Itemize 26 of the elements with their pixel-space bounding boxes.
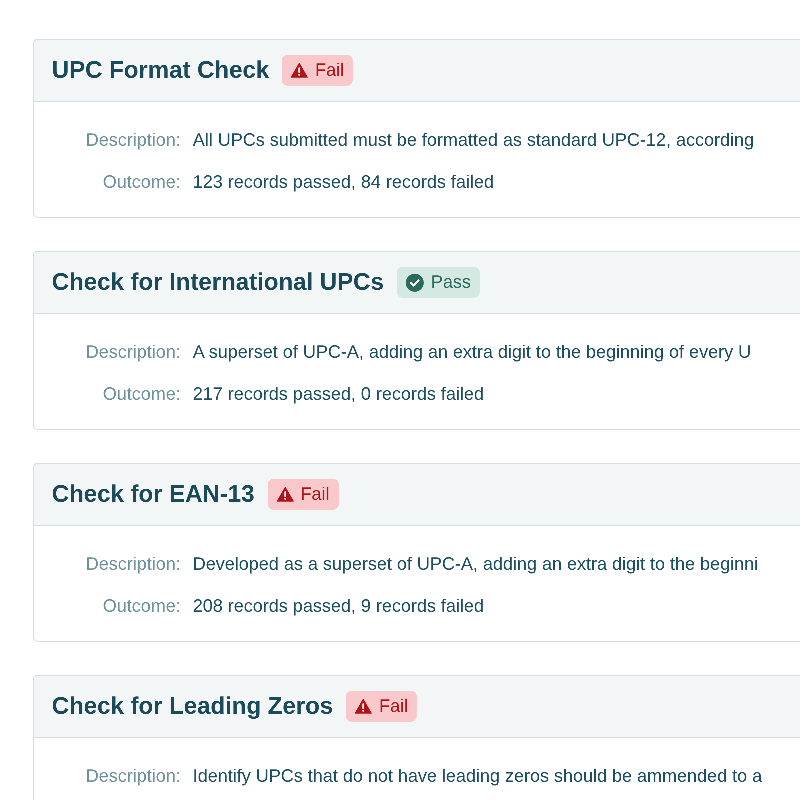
field-value: 217 records passed, 0 records failed bbox=[193, 382, 484, 406]
card-title: Check for Leading Zeros bbox=[52, 692, 334, 722]
field-value: Developed as a superset of UPC-A, adding an extra digit to the beginni bbox=[193, 552, 758, 576]
field-label: Outcome: bbox=[102, 594, 181, 618]
card-title: UPC Format Check bbox=[52, 56, 270, 86]
field-value: 123 records passed, 84 records failed bbox=[193, 170, 494, 194]
field-label: Description: bbox=[84, 764, 181, 788]
field-label: Description: bbox=[84, 552, 181, 576]
fail-badge: Fail bbox=[282, 55, 354, 86]
pass-badge: Pass bbox=[397, 267, 480, 298]
card-title: Check for International UPCs bbox=[52, 268, 384, 298]
card-title: Check for EAN-13 bbox=[52, 480, 255, 510]
field-value: Identify UPCs that do not have leading zeros should be ammended to a bbox=[193, 764, 762, 788]
field-value: 208 records passed, 9 records failed bbox=[193, 594, 484, 618]
warning-icon bbox=[276, 487, 294, 502]
warning-icon bbox=[355, 699, 372, 714]
field-label: Description: bbox=[84, 340, 181, 364]
fail-badge: Fail bbox=[268, 479, 339, 510]
check-circle-icon bbox=[406, 274, 424, 292]
field-value: A superset of UPC-A, adding an extra digit to the beginning of every U bbox=[193, 340, 752, 364]
field-label: Description: bbox=[84, 128, 181, 152]
field-label: Outcome: bbox=[102, 382, 181, 406]
field-value: All UPCs submitted must be formatted as standard UPC-12, according bbox=[193, 128, 754, 152]
fail-badge: Fail bbox=[346, 691, 418, 722]
field-label: Outcome: bbox=[102, 170, 181, 194]
warning-icon bbox=[291, 63, 308, 78]
